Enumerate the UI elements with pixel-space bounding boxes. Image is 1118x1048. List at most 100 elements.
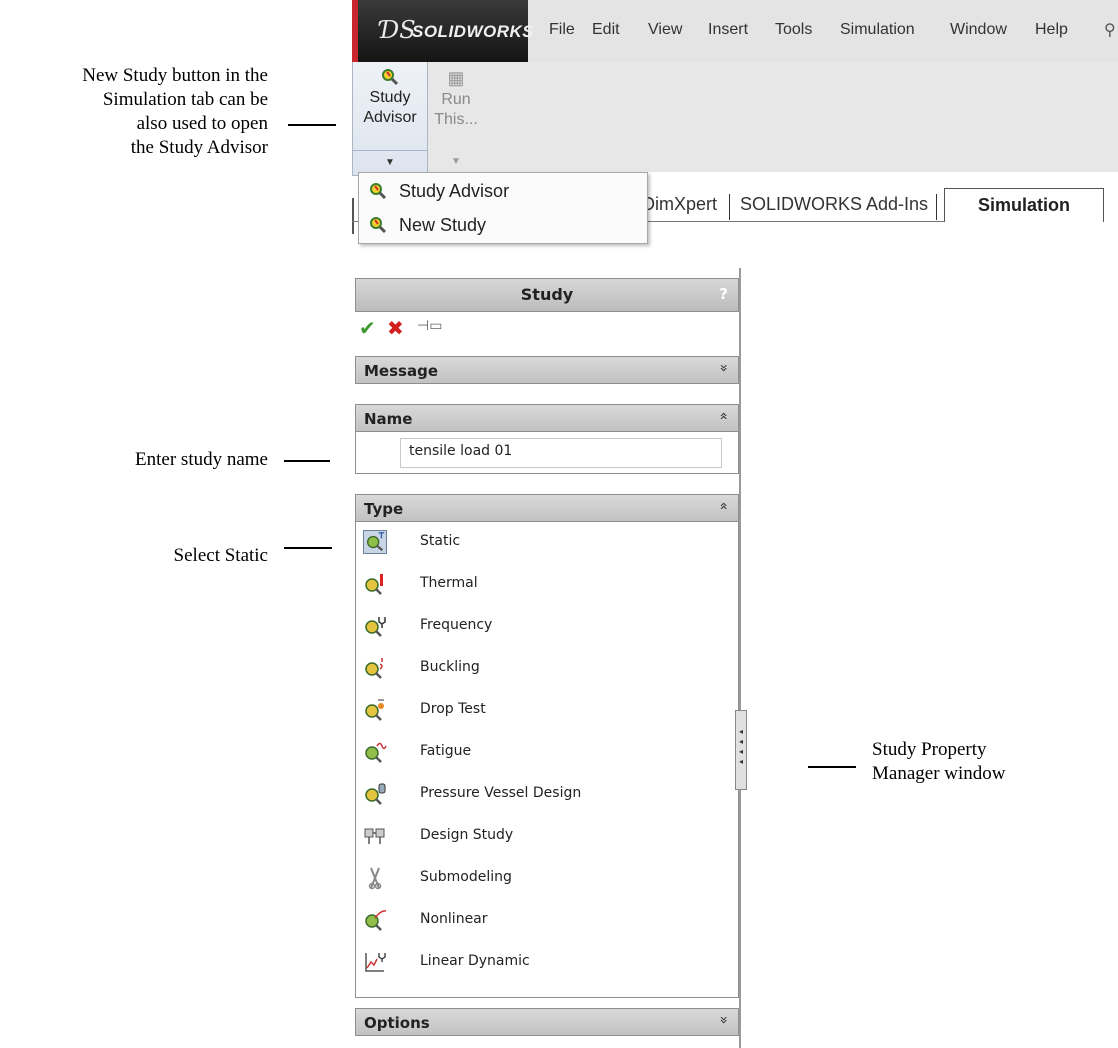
cancel-x-icon[interactable]: ✖ — [387, 316, 404, 340]
menu-item-label: Study Advisor — [399, 181, 510, 201]
type-option-fatigue[interactable]: Fatigue — [356, 732, 738, 774]
logo-text: SOLIDWORKS — [412, 22, 535, 41]
annotation-select-static: Select Static — [10, 544, 268, 568]
type-option-design-study[interactable]: Design Study — [356, 816, 738, 858]
label-line-2: Advisor — [363, 109, 417, 126]
menu-tools[interactable]: Tools — [775, 21, 812, 39]
expand-chevron-icon[interactable]: » — [716, 364, 732, 373]
static-study-icon — [363, 530, 387, 554]
group-label: Type — [364, 500, 404, 518]
tab-divider — [729, 194, 730, 220]
tab-dimxpert[interactable]: DimXpert — [642, 194, 717, 215]
type-option-frequency[interactable]: Frequency — [356, 606, 738, 648]
type-option-submodeling[interactable]: Submodeling — [356, 858, 738, 900]
annotation-new-study: New Study button in the Simulation tab c… — [10, 64, 268, 160]
message-group-header[interactable]: Message » — [355, 356, 739, 384]
study-dropdown-menu: Study Advisor New Study — [358, 172, 648, 244]
menu-edit[interactable]: Edit — [592, 21, 620, 39]
label-line-2: This... — [434, 111, 478, 128]
type-option-pressure-vessel[interactable]: Pressure Vessel Design — [356, 774, 738, 816]
menu-view[interactable]: View — [648, 21, 682, 39]
menu-window[interactable]: Window — [950, 21, 1007, 39]
chevron-down-icon[interactable]: ▼ — [434, 150, 478, 174]
design-study-icon — [364, 828, 385, 844]
type-option-static[interactable]: Static — [356, 522, 738, 564]
magnifier-icon — [370, 183, 387, 200]
panel-collapse-handle[interactable]: ◂ ◂ ◂ ◂ — [735, 710, 747, 790]
type-option-label: Nonlinear — [420, 911, 488, 927]
linear-dynamic-study-icon — [365, 953, 386, 972]
pressure-vessel-study-icon — [365, 783, 386, 805]
type-option-label: Thermal — [420, 575, 478, 591]
annotation-line: New Study button in the — [82, 65, 268, 86]
help-icon[interactable]: ? — [719, 285, 728, 303]
type-option-label: Drop Test — [420, 701, 486, 717]
type-option-label: Submodeling — [420, 869, 512, 885]
annotation-line: the Study Advisor — [130, 137, 268, 158]
study-property-manager: Study ? ✔ ✖ ⊣▭ Message » Name « tensile … — [353, 268, 741, 1048]
type-group-header[interactable]: Type « — [355, 494, 739, 522]
tab-divider — [352, 198, 354, 234]
type-option-thermal[interactable]: Thermal — [356, 564, 738, 606]
annotation-property-manager: Study Property Manager window — [872, 738, 1092, 786]
study-name-input[interactable]: tensile load 01 — [400, 438, 722, 468]
nonlinear-study-icon — [365, 910, 387, 931]
annotation-line: Manager window — [872, 763, 1006, 784]
solidworks-logo[interactable]: ƊS SOLIDWORKS — [352, 0, 534, 62]
tab-simulation[interactable]: Simulation — [944, 188, 1104, 222]
menu-item-study-advisor[interactable]: Study Advisor — [359, 175, 647, 209]
type-option-label: Static — [420, 533, 461, 549]
magnifier-icon — [382, 69, 399, 86]
annotation-line: Simulation tab can be — [102, 89, 268, 110]
name-group-body: tensile load 01 — [355, 432, 739, 474]
label-line-1: Study — [369, 89, 411, 106]
run-study-icon: ▦ — [447, 68, 465, 88]
type-option-label: Design Study — [420, 827, 514, 843]
type-option-nonlinear[interactable]: Nonlinear — [356, 900, 738, 942]
buckling-study-icon — [365, 658, 383, 679]
tab-solidworks-addins[interactable]: SOLIDWORKS Add-Ins — [740, 194, 928, 215]
expand-chevron-icon[interactable]: » — [716, 1016, 732, 1025]
annotation-line: Study Property — [872, 739, 987, 760]
type-option-label: Linear Dynamic — [420, 953, 530, 969]
annotation-line: also used to open — [136, 113, 268, 134]
magnifier-icon — [370, 217, 387, 234]
solidworks-ribbon: ƊS SOLIDWORKS File Edit View Insert Tool… — [352, 0, 1118, 248]
collapse-chevron-icon[interactable]: « — [716, 412, 732, 421]
leader-line-name — [284, 460, 330, 462]
menu-bar: ƊS SOLIDWORKS File Edit View Insert Tool… — [352, 0, 1118, 62]
keep-visible-pin-icon[interactable]: ⊣▭ — [417, 318, 442, 334]
tab-divider — [936, 194, 937, 220]
study-advisor-button[interactable]: Study Advisor ▼ — [352, 62, 428, 176]
drop-test-study-icon — [365, 699, 384, 721]
menu-simulation[interactable]: Simulation — [840, 21, 915, 39]
annotation-enter-name: Enter study name — [10, 448, 268, 472]
type-option-linear-dynamic[interactable]: Linear Dynamic — [356, 942, 738, 984]
menu-file[interactable]: File — [549, 21, 575, 39]
leader-line-property-manager — [808, 766, 856, 768]
run-this-label: Run This... — [434, 90, 478, 130]
leader-line-static — [284, 547, 332, 549]
name-group-header[interactable]: Name « — [355, 404, 739, 432]
options-group-header[interactable]: Options » — [355, 1008, 739, 1036]
type-option-drop-test[interactable]: Drop Test — [356, 690, 738, 732]
study-advisor-label: Study Advisor — [353, 88, 427, 128]
pushpin-icon[interactable]: ⚲ — [1104, 20, 1116, 39]
ok-checkmark-icon[interactable]: ✔ — [359, 316, 376, 340]
menu-insert[interactable]: Insert — [708, 21, 748, 39]
type-group-body: Static Thermal Frequency Buckling Drop T… — [355, 522, 739, 998]
group-label: Options — [364, 1014, 430, 1032]
group-label: Message — [364, 362, 438, 380]
menu-item-new-study[interactable]: New Study — [359, 209, 647, 243]
leader-line-new-study — [288, 124, 336, 126]
ds-logo-mark: ƊS — [380, 16, 416, 44]
property-manager-title: Study — [520, 285, 574, 304]
group-label: Name — [364, 410, 413, 428]
collapse-chevron-icon[interactable]: « — [716, 502, 732, 511]
menu-help[interactable]: Help — [1035, 21, 1068, 39]
type-option-buckling[interactable]: Buckling — [356, 648, 738, 690]
frequency-study-icon — [365, 617, 386, 637]
type-option-label: Frequency — [420, 617, 493, 633]
property-manager-header: Study ? — [355, 278, 739, 312]
run-this-button[interactable]: ▦ Run This... ▼ — [434, 62, 478, 176]
